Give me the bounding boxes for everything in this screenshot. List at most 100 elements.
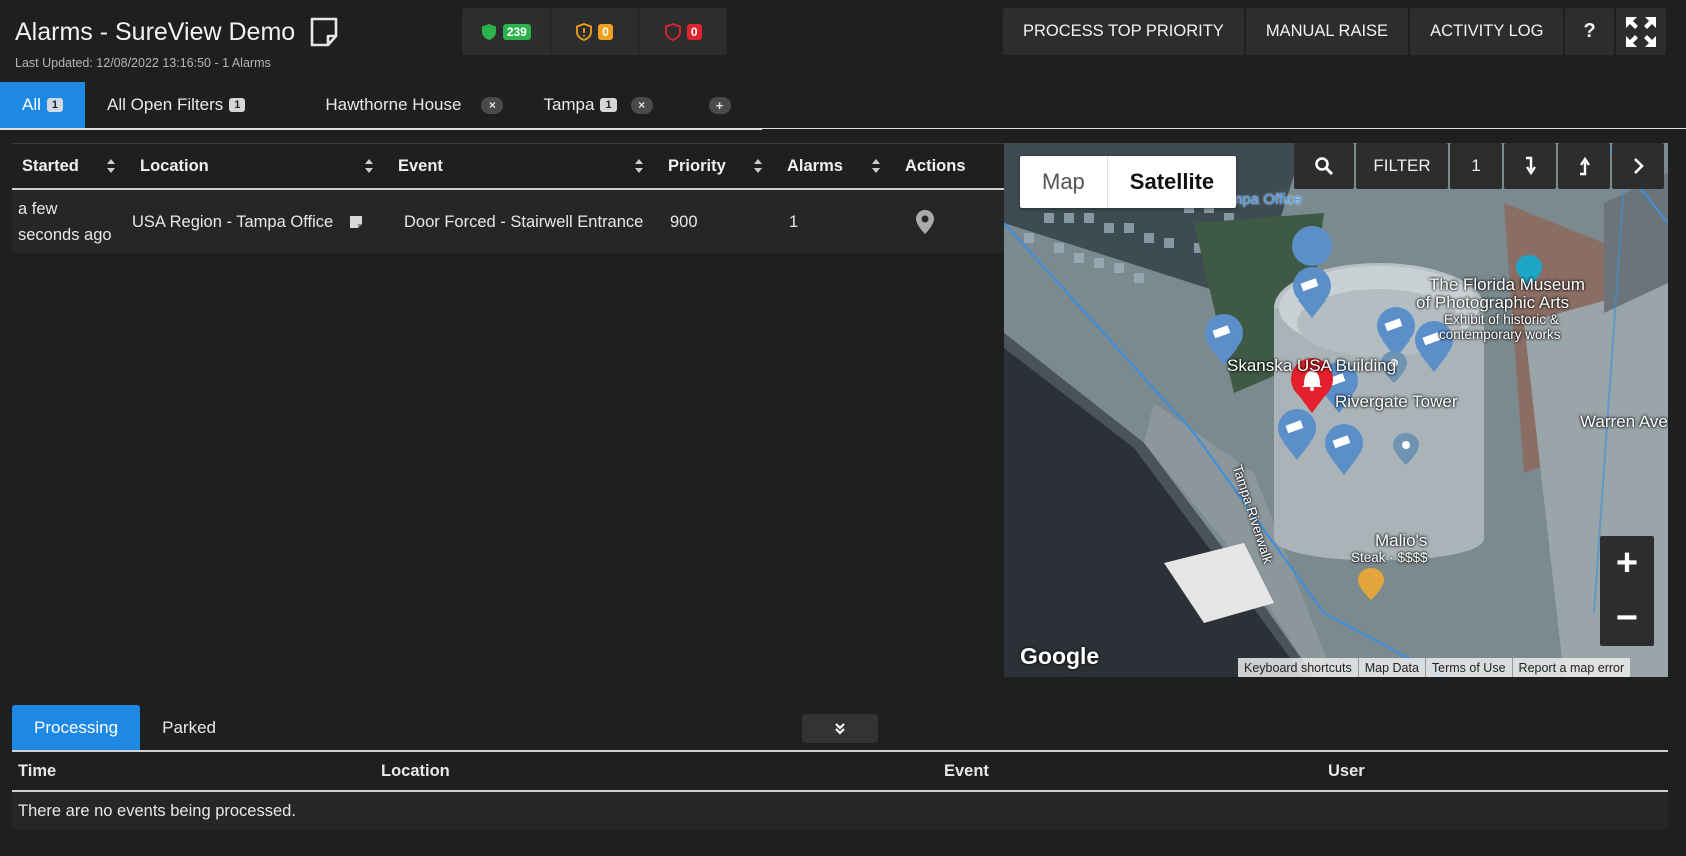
fullscreen-button[interactable] (1615, 8, 1666, 55)
sort-icon (872, 159, 880, 173)
map-type-satellite-button[interactable]: Satellite (1106, 156, 1236, 208)
tab-label: Tampa (543, 95, 595, 114)
column-actions: Actions (895, 144, 1004, 188)
alert-count-badge: 0 (686, 23, 702, 40)
map-collapse-button[interactable] (1504, 143, 1556, 189)
keyboard-shortcuts-link[interactable]: Keyboard shortcuts (1238, 658, 1358, 677)
last-updated: Last Updated: 12/08/2022 13:16:50 - 1 Al… (15, 56, 271, 70)
table-row[interactable]: a few seconds ago USA Region - Tampa Off… (12, 190, 1004, 253)
status-warning[interactable]: 0 (551, 8, 640, 55)
cell-location: USA Region - Tampa Office (130, 190, 388, 253)
map-zoom-control: + − (1600, 536, 1654, 646)
double-chevron-down-icon (835, 722, 845, 735)
map-attribution: Keyboard shortcuts Map Data Terms of Use… (1238, 658, 1631, 677)
help-button[interactable]: ? (1565, 8, 1614, 55)
column-label: Event (398, 156, 443, 175)
warning-count-badge: 0 (598, 23, 613, 40)
tab-divider (762, 128, 1686, 129)
status-alert[interactable]: 0 (639, 8, 727, 55)
map-label-museum: The Florida Museum (1429, 275, 1585, 294)
tab-parked[interactable]: Parked (140, 705, 238, 750)
map-label-skanska: Skanska USA Building (1227, 356, 1397, 375)
search-icon (1315, 157, 1334, 176)
column-label: Alarms (787, 156, 843, 175)
column-event: Event (944, 761, 989, 780)
note-icon[interactable] (309, 16, 339, 48)
zoom-out-button[interactable]: − (1600, 591, 1654, 646)
arrow-up-icon (1580, 156, 1590, 176)
tab-count-badge: 1 (600, 98, 617, 112)
map-toolbar: FILTER 1 (1294, 143, 1664, 189)
manual-raise-button[interactable]: MANUAL RAISE (1245, 8, 1409, 55)
secure-count-badge: 239 (502, 23, 531, 40)
processing-table-header: Time Location Event User (12, 752, 1668, 792)
shield-alert-icon (664, 22, 681, 41)
shield-warning-icon (576, 22, 593, 41)
column-alarms[interactable]: Alarms (777, 144, 895, 188)
location-text: USA Region - Tampa Office (132, 212, 334, 231)
tab-all[interactable]: All 1 (0, 82, 86, 128)
tab-count-badge: 1 (46, 98, 64, 112)
close-tab-icon[interactable]: × (481, 96, 504, 114)
map-search-button[interactable] (1294, 143, 1354, 189)
map-label-rivergate: Rivergate Tower (1335, 392, 1458, 411)
tab-label: All Open Filters (107, 95, 224, 114)
column-started[interactable]: Started (12, 144, 130, 188)
cell-started: a few seconds ago (18, 199, 112, 244)
sort-icon (754, 159, 762, 173)
map-type-map-button[interactable]: Map (1020, 156, 1107, 208)
empty-message: There are no events being processed. (12, 792, 1668, 830)
page-title-text: Alarms - SureView Demo (15, 17, 296, 46)
column-priority[interactable]: Priority (658, 144, 777, 188)
alarm-table-header: Started Location Event Priority Alarms A… (12, 143, 1004, 190)
status-secure[interactable]: 239 (462, 8, 551, 55)
tab-hawthorne-house[interactable]: Hawthorne House × (265, 82, 523, 128)
arrow-down-icon (1526, 156, 1536, 176)
cell-priority: 900 (670, 212, 698, 231)
sort-icon (107, 159, 115, 173)
column-time: Time (18, 761, 57, 780)
map-label-malios: Steak · $$$$ (1351, 550, 1428, 565)
top-toolbar: PROCESS TOP PRIORITY MANUAL RAISE ACTIVI… (1003, 8, 1666, 55)
tab-all-open-filters[interactable]: All Open Filters 1 (85, 82, 265, 128)
column-event[interactable]: Event (388, 144, 658, 188)
page-title: Alarms - SureView Demo (15, 16, 339, 48)
map-view[interactable]: Tampa Office The Florida Museum of Photo… (1004, 143, 1668, 677)
tab-count-badge: 1 (229, 98, 246, 112)
column-label: Actions (905, 156, 966, 175)
terms-of-use-link[interactable]: Terms of Use (1424, 658, 1512, 677)
tab-tampa[interactable]: Tampa 1 × + (523, 82, 750, 128)
activity-log-button[interactable]: ACTIVITY LOG (1410, 8, 1564, 55)
map-next-button[interactable] (1612, 143, 1664, 189)
column-location[interactable]: Location (130, 144, 388, 188)
zoom-in-button[interactable]: + (1600, 536, 1654, 591)
chevron-right-icon (1634, 158, 1644, 174)
map-filter-button[interactable]: FILTER (1356, 143, 1448, 189)
map-pin-icon[interactable] (915, 209, 935, 235)
add-tab-icon[interactable]: + (708, 96, 731, 114)
tab-processing[interactable]: Processing (12, 705, 141, 750)
cell-event: Door Forced - Stairwell Entrance (404, 212, 644, 231)
processing-table: Time Location Event User There are no ev… (12, 752, 1668, 830)
map-expand-button[interactable] (1558, 143, 1610, 189)
column-label: Started (22, 156, 79, 175)
map-data-link[interactable]: Map Data (1357, 658, 1425, 677)
note-icon[interactable] (349, 215, 363, 229)
collapse-panel-button[interactable] (802, 714, 878, 743)
google-logo: Google (1020, 643, 1100, 669)
map-label-museum: of Photographic Arts (1416, 293, 1570, 312)
map-label-warren: Warren Ave (1580, 412, 1668, 431)
cell-alarms: 1 (789, 212, 799, 231)
report-map-error-link[interactable]: Report a map error (1511, 658, 1631, 677)
process-top-priority-button[interactable]: PROCESS TOP PRIORITY (1003, 8, 1244, 55)
column-location: Location (381, 761, 450, 780)
fullscreen-icon (1625, 16, 1656, 47)
map-label-museum: contemporary works (1439, 327, 1561, 342)
filter-tabs: All 1 All Open Filters 1 Hawthorne House… (0, 82, 762, 130)
map-filter-count: 1 (1450, 143, 1502, 189)
tab-label: Hawthorne House (325, 95, 462, 114)
alarm-table: Started Location Event Priority Alarms A… (12, 143, 1004, 253)
close-tab-icon[interactable]: × (630, 96, 653, 114)
map-type-toggle: Map Satellite (1020, 156, 1237, 208)
column-user: User (1328, 761, 1365, 780)
